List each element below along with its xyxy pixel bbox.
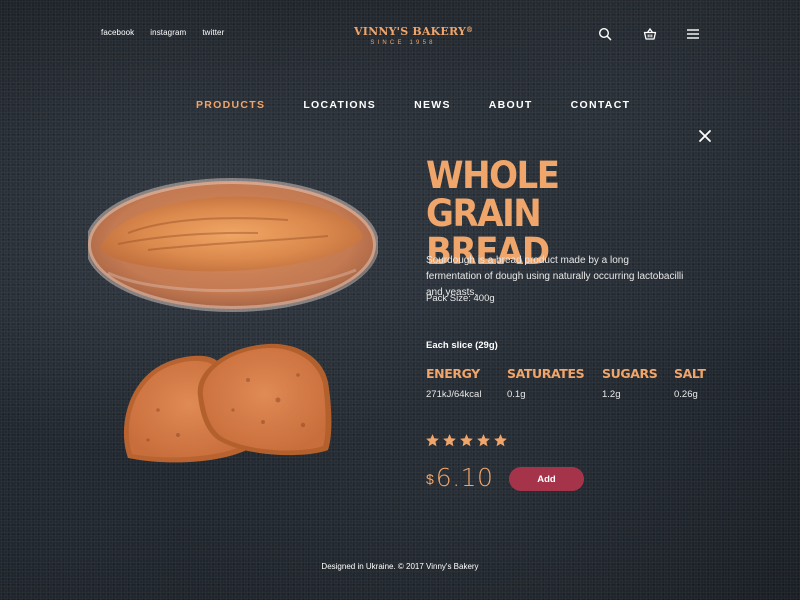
social-links: facebook instagram twitter	[101, 28, 224, 37]
nutrition-label: SATURATES	[507, 366, 585, 381]
rating-stars[interactable]	[426, 434, 507, 447]
nav-item-contact[interactable]: CONTACT	[571, 99, 631, 111]
nutrition-salt: SALT 0.26g	[674, 366, 706, 400]
product-title-line1: WHOLE	[426, 154, 560, 197]
star-icon[interactable]	[477, 434, 490, 447]
star-icon[interactable]	[443, 434, 456, 447]
nutrition-value: 0.26g	[674, 389, 698, 400]
bakery-logo[interactable]: VINNY'S BAKERY® SINCE 1958	[354, 25, 473, 46]
nutrition-sugars: SUGARS 1.2g	[602, 366, 658, 400]
star-icon[interactable]	[426, 434, 439, 447]
price-amount: 6.10	[435, 463, 494, 492]
star-icon[interactable]	[460, 434, 473, 447]
logo-registered-mark: ®	[466, 25, 474, 34]
close-icon[interactable]	[698, 129, 712, 143]
bread-slices-image	[123, 343, 332, 463]
basket-icon[interactable]	[642, 26, 658, 42]
nutrition-value: 271kJ/64kcal	[426, 389, 482, 400]
social-link-facebook[interactable]: facebook	[101, 28, 134, 37]
nutrition-value: 1.2g	[602, 389, 621, 400]
nutrition-value: 0.1g	[507, 389, 526, 400]
search-icon[interactable]	[597, 26, 613, 42]
nutrition-label: ENERGY	[426, 366, 480, 381]
nav-item-about[interactable]: ABOUT	[489, 99, 533, 111]
price-currency: $	[426, 471, 434, 487]
bread-loaf-image	[88, 178, 378, 312]
nutrition-saturates: SATURATES 0.1g	[507, 366, 585, 400]
social-link-instagram[interactable]: instagram	[150, 28, 186, 37]
star-icon[interactable]	[494, 434, 507, 447]
pack-size: Pack Size: 400g	[426, 293, 495, 304]
main-nav: PRODUCTS LOCATIONS NEWS ABOUT CONTACT	[196, 99, 630, 111]
add-to-cart-button[interactable]: Add	[509, 467, 584, 491]
nutrition-label: SUGARS	[602, 366, 658, 381]
nav-item-locations[interactable]: LOCATIONS	[303, 99, 376, 111]
menu-icon[interactable]	[685, 26, 701, 42]
slice-info-title: Each slice (29g)	[426, 340, 498, 351]
logo-name: VINNY'S BAKERY	[354, 25, 467, 38]
nutrition-energy: ENERGY 271kJ/64kcal	[426, 366, 481, 400]
footer-text: Designed in Ukraine. © 2017 Vinny's Bake…	[321, 562, 479, 571]
social-link-twitter[interactable]: twitter	[202, 28, 224, 37]
nav-item-products[interactable]: PRODUCTS	[196, 99, 265, 111]
logo-since: SINCE 1958	[370, 40, 436, 46]
nav-item-news[interactable]: NEWS	[414, 99, 451, 111]
nutrition-label: SALT	[674, 366, 706, 381]
price: $6.10	[426, 463, 493, 492]
